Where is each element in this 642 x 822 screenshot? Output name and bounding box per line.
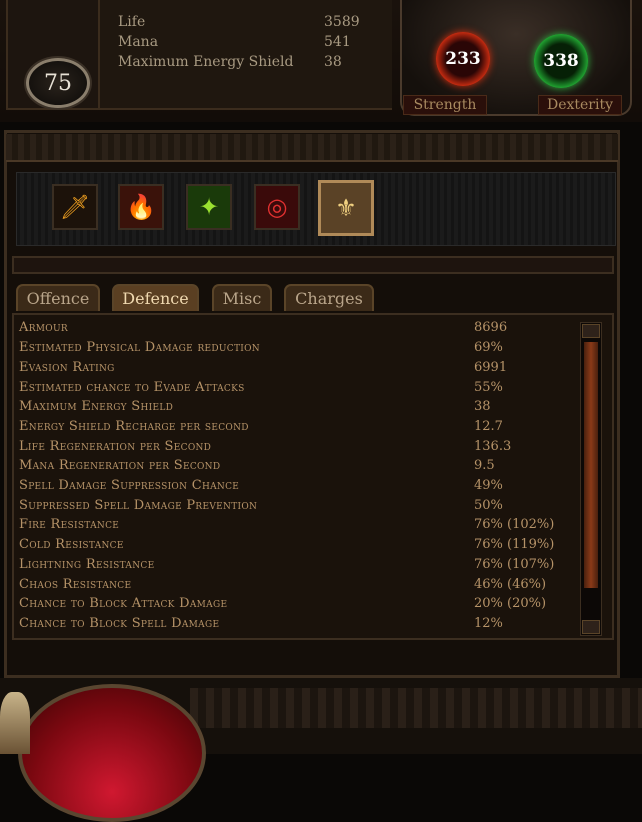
stat-row: Chance to Block Spell Damage 12% [19, 616, 579, 636]
strength-label: Strength [403, 95, 487, 115]
defence-stats-list: Armour 8696 Estimated Physical Damage red… [12, 313, 614, 640]
stat-name: Armour [19, 320, 68, 335]
vitals-panel: Life 3589 Mana 541 Maximum Energy Shield… [100, 0, 392, 110]
dexterity-orb: 338 [534, 34, 588, 88]
tab-misc[interactable]: Misc [212, 284, 272, 311]
hud-trim [190, 688, 642, 728]
vital-label-mana: Mana [118, 34, 159, 50]
stat-value: 38 [474, 399, 491, 414]
tab-defence[interactable]: Defence [112, 284, 199, 311]
stat-value: 49% [474, 478, 503, 493]
level-value: 75 [44, 70, 72, 96]
stat-value: 136.3 [474, 439, 512, 454]
stat-row: Energy Shield Recharge per second 12.7 [19, 419, 579, 439]
statue-ornament [0, 692, 30, 754]
stat-row: Estimated Physical Damage reduction 69% [19, 340, 579, 360]
vital-value-mana: 541 [324, 34, 351, 50]
stat-row: Estimated chance to Evade Attacks 55% [19, 380, 579, 400]
stat-row: Evasion Rating 6991 [19, 360, 579, 380]
dexterity-label: Dexterity [538, 95, 622, 115]
life-globe[interactable] [18, 684, 206, 822]
skill-slot-1[interactable]: 🗡 [52, 184, 98, 230]
vital-value-life: 3589 [324, 14, 360, 30]
stat-value: 12.7 [474, 419, 503, 434]
stat-value: 69% [474, 340, 503, 355]
stat-name: Cold Resistance [19, 537, 124, 552]
stat-row: Chaos Resistance 46% (46%) [19, 577, 579, 597]
panel-trim [6, 134, 618, 162]
stat-row: Lightning Resistance 76% (107%) [19, 557, 579, 577]
vital-value-energy-shield: 38 [324, 54, 342, 70]
scroll-down-button[interactable] [582, 620, 600, 634]
stat-value: 76% (107%) [474, 557, 555, 572]
gold-emblem-skill-icon: ⚜ [335, 194, 357, 222]
stat-name: Energy Shield Recharge per second [19, 419, 249, 434]
vital-label-life: Life [118, 14, 146, 30]
skills-bar [16, 172, 616, 246]
skill-slot-2[interactable]: 🔥 [118, 184, 164, 230]
stat-name: Lightning Resistance [19, 557, 155, 572]
stat-value: 76% (119%) [474, 537, 555, 552]
tab-offence[interactable]: Offence [16, 284, 100, 311]
stat-row: Maximum Energy Shield 38 [19, 399, 579, 419]
stat-name: Life Regeneration per Second [19, 439, 212, 454]
tab-charges[interactable]: Charges [284, 284, 374, 311]
stat-name: Fire Resistance [19, 517, 120, 532]
stat-name: Maximum Energy Shield [19, 399, 174, 414]
strength-value: 233 [445, 49, 481, 69]
stat-name: Chance to Block Attack Damage [19, 596, 228, 611]
red-rune-skill-icon: ◎ [266, 193, 288, 221]
scroll-up-button[interactable] [582, 324, 600, 338]
stat-name: Spell Damage Suppression Chance [19, 478, 240, 493]
stat-row: Suppressed Spell Damage Prevention 50% [19, 498, 579, 518]
stat-row: Fire Resistance 76% (102%) [19, 517, 579, 537]
stat-value: 46% (46%) [474, 577, 547, 592]
stat-row: Cold Resistance 76% (119%) [19, 537, 579, 557]
stat-value: 8696 [474, 320, 508, 335]
stat-value: 12% [474, 616, 503, 631]
skill-slot-5[interactable]: ⚜ [318, 180, 374, 236]
stat-value: 50% [474, 498, 503, 513]
stat-value: 55% [474, 380, 503, 395]
fire-skill-icon: 🔥 [126, 193, 156, 221]
scrollbar-thumb[interactable] [584, 342, 598, 588]
stat-name: Suppressed Spell Damage Prevention [19, 498, 258, 513]
strength-orb: 233 [436, 32, 490, 86]
stat-name: Chaos Resistance [19, 577, 132, 592]
stat-name: Estimated Physical Damage reduction [19, 340, 260, 355]
stat-value: 6991 [474, 360, 508, 375]
level-badge: 75 [26, 58, 90, 108]
stat-row: Spell Damage Suppression Chance 49% [19, 478, 579, 498]
stat-row: Mana Regeneration per Second 9.5 [19, 458, 579, 478]
stat-value: 20% (20%) [474, 596, 547, 611]
stat-row: Life Regeneration per Second 136.3 [19, 439, 579, 459]
stat-name: Chance to Block Spell Damage [19, 616, 220, 631]
green-aura-skill-icon: ✦ [198, 193, 220, 221]
skill-slot-4[interactable]: ◎ [254, 184, 300, 230]
dexterity-value: 338 [543, 51, 579, 71]
stat-name: Estimated chance to Evade Attacks [19, 380, 245, 395]
stat-name: Mana Regeneration per Second [19, 458, 221, 473]
experience-bar [12, 256, 614, 274]
stat-row: Armour 8696 [19, 320, 579, 340]
stat-value: 9.5 [474, 458, 495, 473]
stat-value: 76% (102%) [474, 517, 555, 532]
stat-name: Evasion Rating [19, 360, 115, 375]
sword-skill-icon: 🗡 [59, 193, 91, 221]
vital-label-energy-shield: Maximum Energy Shield [118, 54, 294, 70]
stat-row: Chance to Block Attack Damage 20% (20%) [19, 596, 579, 616]
skill-slot-3[interactable]: ✦ [186, 184, 232, 230]
